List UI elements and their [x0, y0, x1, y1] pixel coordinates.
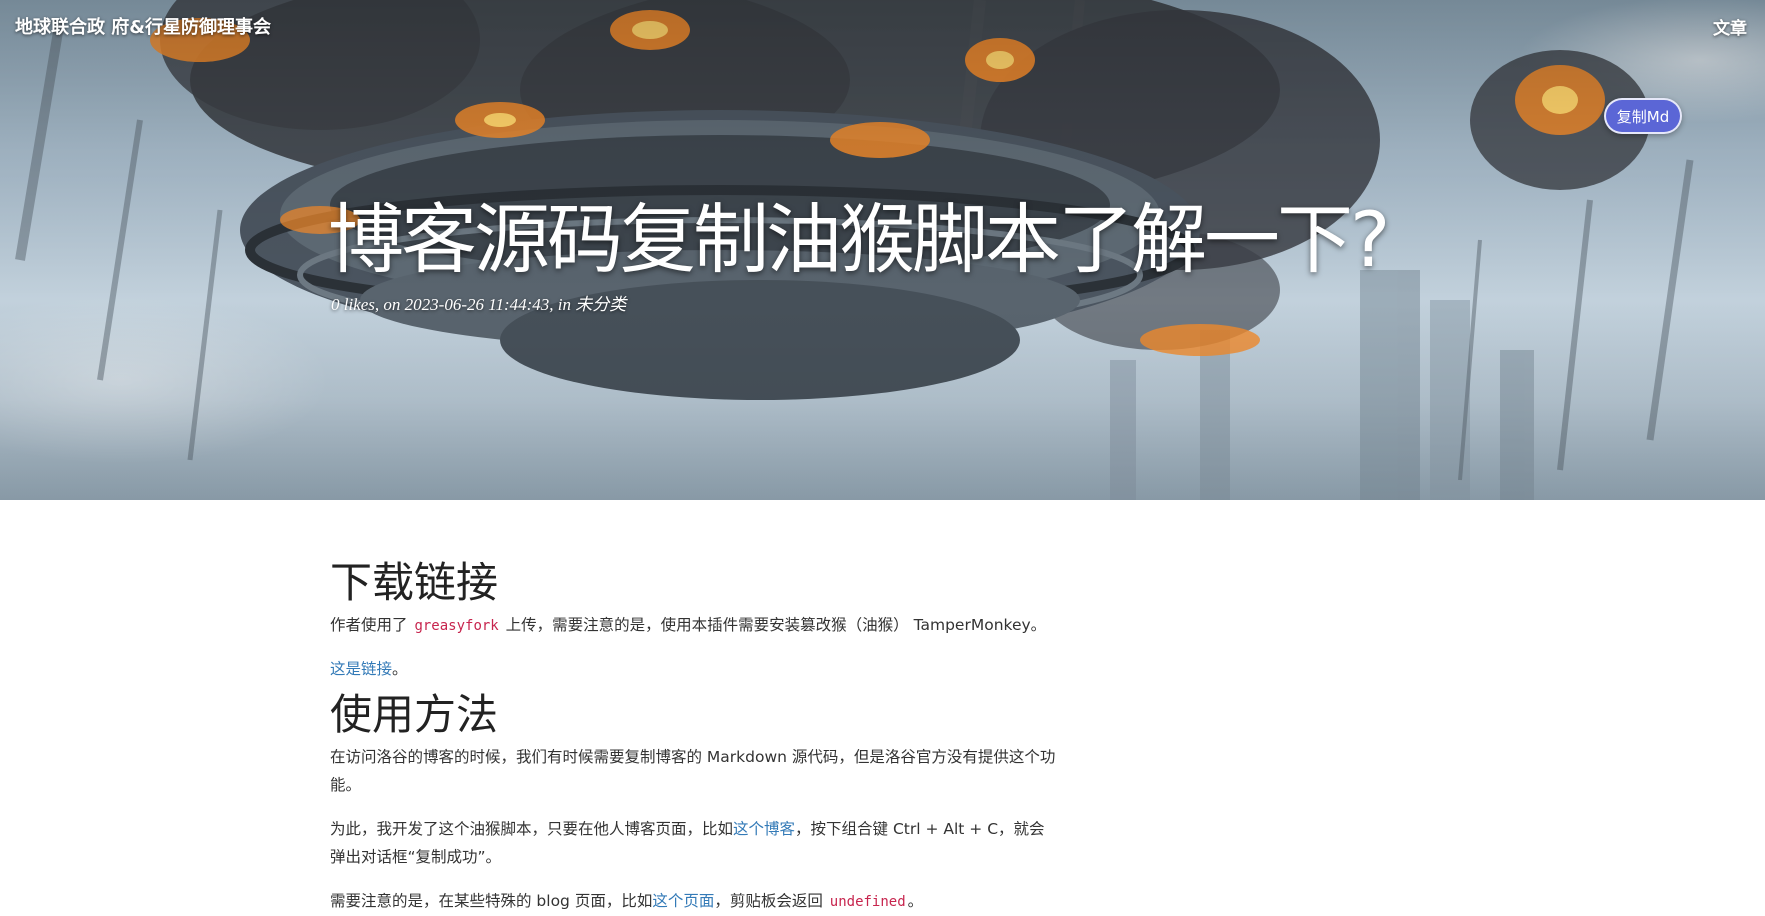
paragraph-download-info: 作者使用了 greasyfork 上传，需要注意的是，使用本插件需要安装篡改猴（…: [330, 611, 1060, 640]
copy-markdown-button[interactable]: 复制Md: [1604, 98, 1682, 134]
site-brand-link[interactable]: 地球联合政 府&行星防御理事会: [15, 13, 271, 39]
post-meta: 0 likes, on 2023-06-26 11:44:43, in 未分类: [331, 290, 626, 315]
text: 。: [907, 892, 924, 910]
section-heading-download: 下载链接: [330, 558, 499, 607]
text: ，剪贴板会返回: [714, 892, 828, 910]
text: 需要注意的是，在某些特殊的 blog 页面，比如: [330, 892, 653, 910]
paragraph-usage-note: 需要注意的是，在某些特殊的 blog 页面，比如这个页面，剪贴板会返回 unde…: [330, 887, 1060, 916]
example-blog-link[interactable]: 这个博客: [733, 820, 795, 838]
post-category-link[interactable]: 未分类: [575, 295, 626, 314]
post-meta-text: 0 likes, on 2023-06-26 11:44:43, in: [331, 295, 572, 314]
special-page-link[interactable]: 这个页面: [652, 892, 714, 910]
section-heading-usage: 使用方法: [330, 690, 499, 739]
paragraph-usage-shortcut: 为此，我开发了这个油猴脚本，只要在他人博客页面，比如这个博客，按下组合键 Ctr…: [330, 815, 1060, 871]
inline-code: greasyfork: [414, 618, 499, 634]
hero-banner: 地球联合政 府&行星防御理事会 文章 复制Md 博客源码复制油猴脚本了解一下? …: [0, 0, 1765, 500]
text: 为此，我开发了这个油猴脚本，只要在他人博客页面，比如: [330, 820, 734, 838]
download-link[interactable]: 这是链接: [330, 660, 392, 678]
paragraph-download-link: 这是链接。: [330, 655, 1060, 683]
nav-articles-link[interactable]: 文章: [1713, 14, 1747, 39]
article-body: 下载链接 作者使用了 greasyfork 上传，需要注意的是，使用本插件需要安…: [330, 555, 1060, 916]
post-title: 博客源码复制油猴脚本了解一下?: [328, 195, 1390, 284]
paragraph-usage-intro: 在访问洛谷的博客的时候，我们有时候需要复制博客的 Markdown 源代码，但是…: [330, 748, 1056, 794]
text: 作者使用了: [330, 616, 413, 634]
text: 上传，需要注意的是，使用本插件需要安装篡改猴（油猴） TamperMonkey。: [500, 616, 1047, 634]
inline-code: undefined: [829, 894, 906, 910]
text: 。: [392, 660, 408, 678]
